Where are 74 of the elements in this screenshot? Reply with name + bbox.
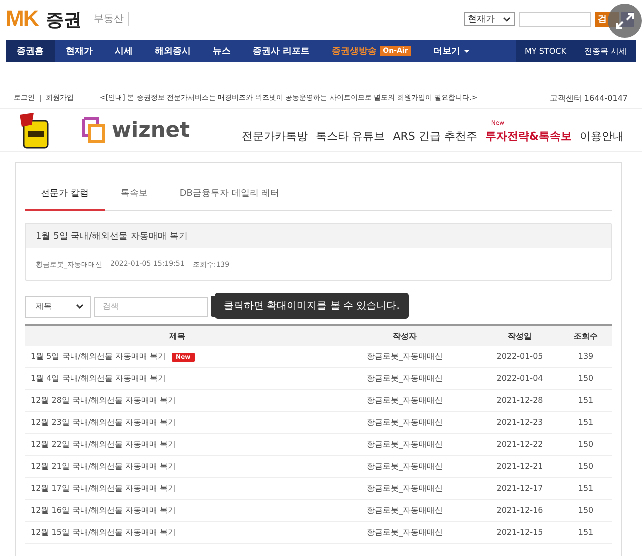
post-link[interactable]: 1월 4일 국내/해외선물 자동매매 복기 <box>31 374 166 383</box>
post-link[interactable]: 12월 23일 국내/해외선물 자동매매 복기 <box>31 418 176 427</box>
nav-item[interactable]: 더보기 <box>422 40 482 62</box>
table-cell: 150 <box>560 434 612 456</box>
post-link[interactable]: 12월 15일 국내/해외선물 자동매매 복기 <box>31 528 176 537</box>
column-header: 제목 <box>25 325 330 346</box>
table-cell: 139 <box>560 346 612 368</box>
menu-link[interactable]: 톡스타 유튜브 <box>316 128 386 144</box>
table-cell: 2021-12-22 <box>480 434 560 456</box>
caret-icon <box>464 50 470 52</box>
wiznet-logo-icon <box>82 116 106 144</box>
logo-text: wiznet <box>112 118 190 142</box>
column-header: 작성일 <box>480 325 560 346</box>
column-header: 작성자 <box>330 325 480 346</box>
search-type-select[interactable]: 제목 <box>25 296 91 318</box>
post-link[interactable]: 12월 16일 국내/해외선물 자동매매 복기 <box>31 506 176 515</box>
search-input[interactable] <box>519 12 591 26</box>
post-link[interactable]: 12월 28일 국내/해외선물 자동매매 복기 <box>31 396 176 405</box>
table-cell: 151 <box>560 478 612 500</box>
table-cell: 황금로봇_자동매매신 <box>330 456 480 478</box>
post-title: 1월 5일 국내/해외선물 자동매매 복기 <box>36 230 188 242</box>
nav-item[interactable]: 해외증시 <box>144 40 202 62</box>
nav-item[interactable]: 증권홈 <box>6 40 55 62</box>
expand-icon[interactable] <box>608 4 642 38</box>
table-cell: 2021-12-28 <box>480 390 560 412</box>
logo-text: 증권 <box>46 9 82 32</box>
menu-link[interactable]: 투자전략&톡속보 <box>485 130 572 142</box>
table-cell: 150 <box>560 456 612 478</box>
tab[interactable]: 전문가 칼럼 <box>25 181 105 211</box>
menu-link[interactable]: 이용안내 <box>580 128 624 144</box>
table-cell: 황금로봇_자동매매신 <box>330 500 480 522</box>
nav-item[interactable]: 현재가 <box>55 40 104 62</box>
table-cell: 황금로봇_자동매매신 <box>330 478 480 500</box>
chevron-icon <box>503 16 511 22</box>
chevron-icon <box>76 304 84 309</box>
nav-link[interactable]: MY STOCK <box>516 40 576 62</box>
table-cell: 151 <box>560 412 612 434</box>
nav-item[interactable]: 증권사 리포트 <box>242 40 322 62</box>
logo-mark: MK <box>6 6 38 32</box>
table-cell: 황금로봇_자동매매신 <box>330 434 480 456</box>
table-cell: 황금로봇_자동매매신 <box>330 368 480 390</box>
support-text: 고객센터 1644-0147 <box>550 92 628 104</box>
search-field[interactable]: 검색 <box>94 296 208 316</box>
column-header: 조회수 <box>560 325 612 346</box>
post-link[interactable]: 12월 22일 국내/해외선물 자동매매 복기 <box>31 440 176 449</box>
table-cell: 황금로봇_자동매매신 <box>330 390 480 412</box>
nav-item[interactable]: 뉴스 <box>202 40 242 62</box>
nav-item[interactable]: 시세 <box>104 40 144 62</box>
table-cell: 2022-01-04 <box>480 368 560 390</box>
table-cell: 황금로봇_자동매매신 <box>330 346 480 368</box>
table-cell: 151 <box>560 390 612 412</box>
nav-label: 증권생방송 <box>332 46 378 58</box>
tab[interactable]: DB금융투자 데일리 레터 <box>164 181 296 210</box>
nav-link[interactable]: 부동산 <box>94 12 130 26</box>
table-cell: 151 <box>560 522 612 544</box>
table-cell: 2021-12-16 <box>480 500 560 522</box>
table-cell: 150 <box>560 368 612 390</box>
post-link[interactable]: 12월 17일 국내/해외선물 자동매매 복기 <box>31 484 176 493</box>
table-cell: 150 <box>560 500 612 522</box>
post-link[interactable]: 12월 21일 국내/해외선물 자동매매 복기 <box>31 462 176 471</box>
table-cell: 2021-12-15 <box>480 522 560 544</box>
table-cell: 2021-12-17 <box>480 478 560 500</box>
menu-link[interactable]: 전문가카톡방 <box>242 128 308 144</box>
menu-link[interactable]: ARS 긴급 추천주 <box>393 128 478 144</box>
table-cell: 2021-12-23 <box>480 412 560 434</box>
post-link[interactable]: 1월 5일 국내/해외선물 자동매매 복기 <box>31 352 166 361</box>
table-cell: 황금로봇_자동매매신 <box>330 522 480 544</box>
table-cell: 황금로봇_자동매매신 <box>330 412 480 434</box>
nav-link[interactable]: 전종목 시세 <box>575 40 636 62</box>
tooltip: 클릭하면 확대이미지를 볼 수 있습니다. <box>215 293 409 319</box>
tab[interactable]: 톡속보 <box>104 181 164 210</box>
table-cell: 2021-12-21 <box>480 456 560 478</box>
stock-select[interactable]: 현재가 <box>464 12 515 26</box>
table-cell: 2022-01-05 <box>480 346 560 368</box>
